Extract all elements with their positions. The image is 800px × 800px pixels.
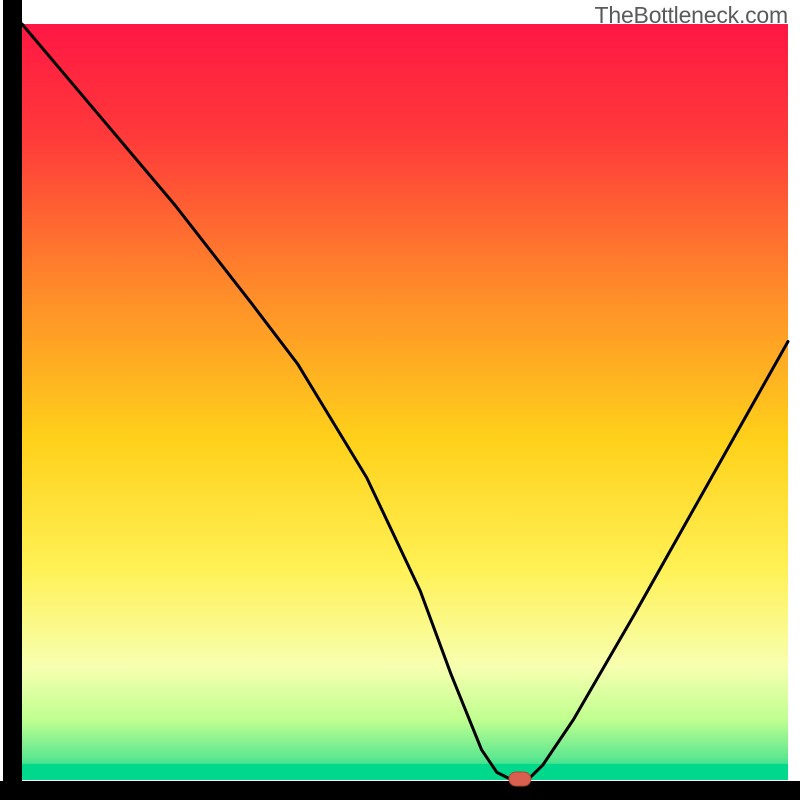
gradient-background xyxy=(22,24,788,780)
chart-svg xyxy=(0,0,800,800)
x-axis xyxy=(0,781,800,800)
optimal-marker xyxy=(509,772,531,786)
bottleneck-chart: TheBottleneck.com xyxy=(0,0,800,800)
y-axis xyxy=(3,0,22,800)
optimal-band xyxy=(22,764,788,780)
watermark-label: TheBottleneck.com xyxy=(595,2,788,29)
